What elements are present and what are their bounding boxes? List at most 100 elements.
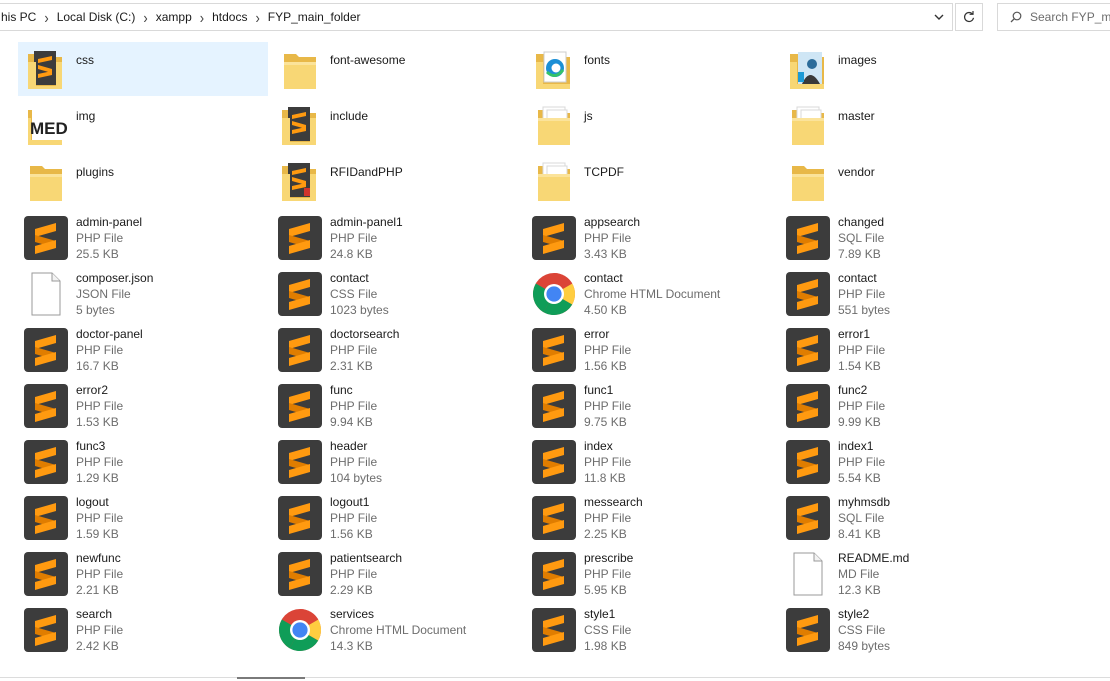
folder-item[interactable]: include [272, 98, 522, 152]
item-name: changed [838, 215, 885, 229]
sublime-icon [530, 326, 578, 374]
item-type: PHP File [838, 455, 886, 469]
item-size: 9.99 KB [838, 415, 881, 429]
file-item[interactable]: style1 CSS File 1.98 KB [526, 602, 776, 656]
item-name: img [76, 109, 96, 123]
item-name: js [584, 109, 593, 123]
file-item[interactable]: admin-panel PHP File 25.5 KB [18, 210, 268, 264]
file-item[interactable]: index PHP File 11.8 KB [526, 434, 776, 488]
chevron-down-icon [934, 14, 944, 20]
file-item[interactable]: newfunc PHP File 2.21 KB [18, 546, 268, 600]
file-item[interactable]: func1 PHP File 9.75 KB [526, 378, 776, 432]
file-item[interactable]: error PHP File 1.56 KB [526, 322, 776, 376]
folder-item[interactable]: vendor [780, 154, 1030, 208]
file-item[interactable]: index1 PHP File 5.54 KB [780, 434, 1030, 488]
sublime-icon [784, 326, 832, 374]
folder-item[interactable]: MED img [18, 98, 268, 152]
item-name: patientsearch [330, 551, 403, 565]
item-details: style1 CSS File 1.98 KB [584, 606, 631, 654]
item-details: js [584, 108, 593, 124]
item-name: admin-panel [76, 215, 143, 229]
folder-sublime-icon [22, 46, 70, 94]
item-name: style1 [584, 607, 616, 621]
file-item[interactable]: composer.json JSON File 5 bytes [18, 266, 268, 320]
folder-item[interactable]: plugins [18, 154, 268, 208]
file-item[interactable]: patientsearch PHP File 2.29 KB [272, 546, 522, 600]
search-box[interactable]: Search FYP_main_folder [997, 3, 1110, 31]
breadcrumb-current-folder[interactable]: FYP_main_folder [266, 10, 363, 24]
file-item[interactable]: header PHP File 104 bytes [272, 434, 522, 488]
file-item[interactable]: logout1 PHP File 1.56 KB [272, 490, 522, 544]
file-item[interactable]: error2 PHP File 1.53 KB [18, 378, 268, 432]
breadcrumb-htdocs[interactable]: htdocs [210, 10, 249, 24]
breadcrumb-this-pc[interactable]: his PC [0, 10, 38, 24]
chevron-right-icon[interactable]: › [137, 8, 153, 26]
refresh-button[interactable] [955, 3, 983, 31]
item-name: doctorsearch [330, 327, 400, 341]
item-size: 4.50 KB [584, 303, 627, 317]
folder-item[interactable]: master [780, 98, 1030, 152]
file-item[interactable]: messearch PHP File 2.25 KB [526, 490, 776, 544]
file-item[interactable]: logout PHP File 1.59 KB [18, 490, 268, 544]
item-type: PHP File [76, 567, 124, 581]
item-details: prescribe PHP File 5.95 KB [584, 550, 633, 598]
item-name: RFIDandPHP [330, 165, 403, 179]
folder-item[interactable]: TCPDF [526, 154, 776, 208]
horizontal-scrollbar[interactable] [237, 677, 305, 679]
file-item[interactable]: error1 PHP File 1.54 KB [780, 322, 1030, 376]
file-item[interactable]: myhmsdb SQL File 8.41 KB [780, 490, 1030, 544]
item-type: CSS File [330, 287, 378, 301]
item-details: vendor [838, 164, 875, 180]
chevron-right-icon[interactable]: › [194, 8, 210, 26]
file-item[interactable]: style2 CSS File 849 bytes [780, 602, 1030, 656]
breadcrumb-xampp[interactable]: xampp [154, 10, 194, 24]
file-item[interactable]: doctorsearch PHP File 2.31 KB [272, 322, 522, 376]
folder-item[interactable]: font-awesome [272, 42, 522, 96]
breadcrumb-local-disk[interactable]: Local Disk (C:) [55, 10, 138, 24]
file-item[interactable]: prescribe PHP File 5.95 KB [526, 546, 776, 600]
file-item[interactable]: contact PHP File 551 bytes [780, 266, 1030, 320]
search-input[interactable]: Search FYP_main_folder [1030, 10, 1110, 24]
file-item[interactable]: func PHP File 9.94 KB [272, 378, 522, 432]
item-type: PHP File [584, 343, 632, 357]
item-name: contact [584, 271, 623, 285]
file-item[interactable]: contact CSS File 1023 bytes [272, 266, 522, 320]
item-details: logout PHP File 1.59 KB [76, 494, 123, 542]
file-item[interactable]: func3 PHP File 1.29 KB [18, 434, 268, 488]
item-type: PHP File [584, 231, 632, 245]
item-size: 5 bytes [76, 303, 115, 317]
item-name: error1 [838, 327, 871, 341]
file-item[interactable]: services Chrome HTML Document 14.3 KB [272, 602, 522, 656]
folder-item[interactable]: js [526, 98, 776, 152]
item-type: Chrome HTML Document [584, 287, 721, 301]
item-details: img [76, 108, 95, 124]
folder-item[interactable]: css [18, 42, 268, 96]
file-item[interactable]: changed SQL File 7.89 KB [780, 210, 1030, 264]
item-details: doctor-panel PHP File 16.7 KB [76, 326, 143, 374]
chevron-right-icon[interactable]: › [249, 8, 265, 26]
item-name: error2 [76, 383, 109, 397]
file-item[interactable]: doctor-panel PHP File 16.7 KB [18, 322, 268, 376]
address-history-dropdown[interactable] [926, 4, 952, 30]
folder-icon [276, 46, 324, 94]
item-type: MD File [838, 567, 880, 581]
item-details: error1 PHP File 1.54 KB [838, 326, 885, 374]
file-item[interactable]: func2 PHP File 9.99 KB [780, 378, 1030, 432]
folder-item[interactable]: images [780, 42, 1030, 96]
file-item[interactable]: search PHP File 2.42 KB [18, 602, 268, 656]
item-details: func1 PHP File 9.75 KB [584, 382, 631, 430]
address-bar[interactable]: his PC › Local Disk (C:) › xampp › htdoc… [0, 3, 953, 31]
sublime-icon [22, 550, 70, 598]
chevron-right-icon[interactable]: › [38, 8, 54, 26]
chrome-icon [530, 270, 578, 318]
item-details: header PHP File 104 bytes [330, 438, 382, 486]
file-item[interactable]: README.md MD File 12.3 KB [780, 546, 1030, 600]
folder-item[interactable]: fonts [526, 42, 776, 96]
file-item[interactable]: appsearch PHP File 3.43 KB [526, 210, 776, 264]
item-size: 1.98 KB [584, 639, 627, 653]
file-item[interactable]: admin-panel1 PHP File 24.8 KB [272, 210, 522, 264]
item-name: myhmsdb [838, 495, 891, 509]
file-item[interactable]: contact Chrome HTML Document 4.50 KB [526, 266, 776, 320]
folder-item[interactable]: RFIDandPHP [272, 154, 522, 208]
svg-text:MED: MED [30, 119, 68, 138]
